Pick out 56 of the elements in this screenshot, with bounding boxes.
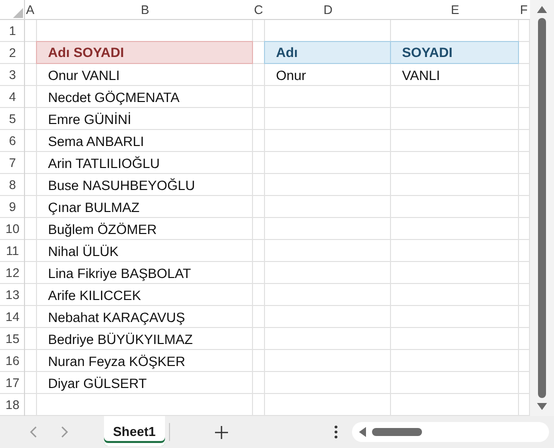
- row-number[interactable]: 7: [9, 156, 16, 170]
- chevron-left-icon: [29, 426, 37, 438]
- plus-icon: [215, 426, 228, 438]
- row-number[interactable]: 12: [6, 266, 20, 280]
- header-cell: Adı SOYADI: [36, 41, 253, 64]
- table-cell: Lina Fikriye BAŞBOLAT: [48, 266, 192, 280]
- column-header[interactable]: E: [450, 3, 460, 17]
- table-cell: Buse NASUHBEYOĞLU: [48, 178, 196, 192]
- table-cell: Sema ANBARLI: [48, 134, 144, 148]
- table-cell: Necdet GÖÇMENATA: [48, 90, 180, 104]
- row-number[interactable]: 9: [9, 200, 16, 214]
- sheet-tab[interactable]: Sheet1: [104, 416, 165, 446]
- table-cell: Onur VANLI: [48, 68, 120, 82]
- row-number[interactable]: 18: [6, 398, 20, 412]
- table-cell: Arin TATLILIOĞLU: [48, 156, 160, 170]
- vertical-scrollbar[interactable]: [530, 0, 554, 416]
- row-number[interactable]: 10: [6, 222, 20, 236]
- table-cell: Emre GÜNİNİ: [48, 112, 132, 126]
- column-header[interactable]: B: [140, 3, 150, 17]
- row-number[interactable]: 6: [9, 134, 16, 148]
- row-number[interactable]: 1: [9, 24, 16, 38]
- table-cell: Arife KILICCEK: [48, 288, 142, 302]
- row-number[interactable]: 5: [9, 112, 16, 126]
- column-header[interactable]: D: [323, 3, 333, 17]
- row-number[interactable]: 13: [6, 288, 20, 302]
- scroll-left-icon[interactable]: [358, 427, 366, 437]
- row-number[interactable]: 8: [9, 178, 16, 192]
- table-cell: Nuran Feyza KÖŞKER: [48, 354, 186, 368]
- row-number[interactable]: 14: [6, 310, 20, 324]
- table-cell: Bedriye BÜYÜKYILMAZ: [48, 332, 193, 346]
- table-cell: Nihal ÜLÜK: [48, 244, 119, 258]
- chevron-right-icon: [61, 426, 69, 438]
- row-number[interactable]: 3: [9, 68, 16, 82]
- scroll-thumb[interactable]: [538, 18, 546, 398]
- header-cell: SOYADI: [390, 41, 519, 64]
- table-cell: Diyar GÜLSERT: [48, 376, 147, 390]
- header-cell: Adı: [264, 41, 391, 64]
- column-header[interactable]: A: [26, 3, 34, 17]
- row-number[interactable]: 2: [9, 46, 16, 60]
- row-number[interactable]: 4: [9, 90, 16, 104]
- table-cell: Buğlem ÖZÖMER: [48, 222, 157, 236]
- more-options-icon[interactable]: [334, 425, 338, 439]
- scroll-up-icon[interactable]: [537, 6, 547, 13]
- scroll-down-icon[interactable]: [537, 403, 547, 410]
- table-cell: Nebahat KARAÇAVUŞ: [48, 310, 186, 324]
- table-cell: VANLI: [402, 68, 440, 82]
- row-number[interactable]: 16: [6, 354, 20, 368]
- row-number[interactable]: 15: [6, 332, 20, 346]
- row-number[interactable]: 17: [6, 376, 20, 390]
- scroll-thumb[interactable]: [372, 428, 422, 436]
- table-cell: Onur: [276, 68, 306, 82]
- row-number[interactable]: 11: [6, 244, 19, 258]
- table-cell: Çınar BULMAZ: [48, 200, 140, 214]
- horizontal-scrollbar[interactable]: [352, 422, 549, 442]
- column-header[interactable]: F: [520, 3, 528, 17]
- column-header[interactable]: C: [254, 3, 264, 17]
